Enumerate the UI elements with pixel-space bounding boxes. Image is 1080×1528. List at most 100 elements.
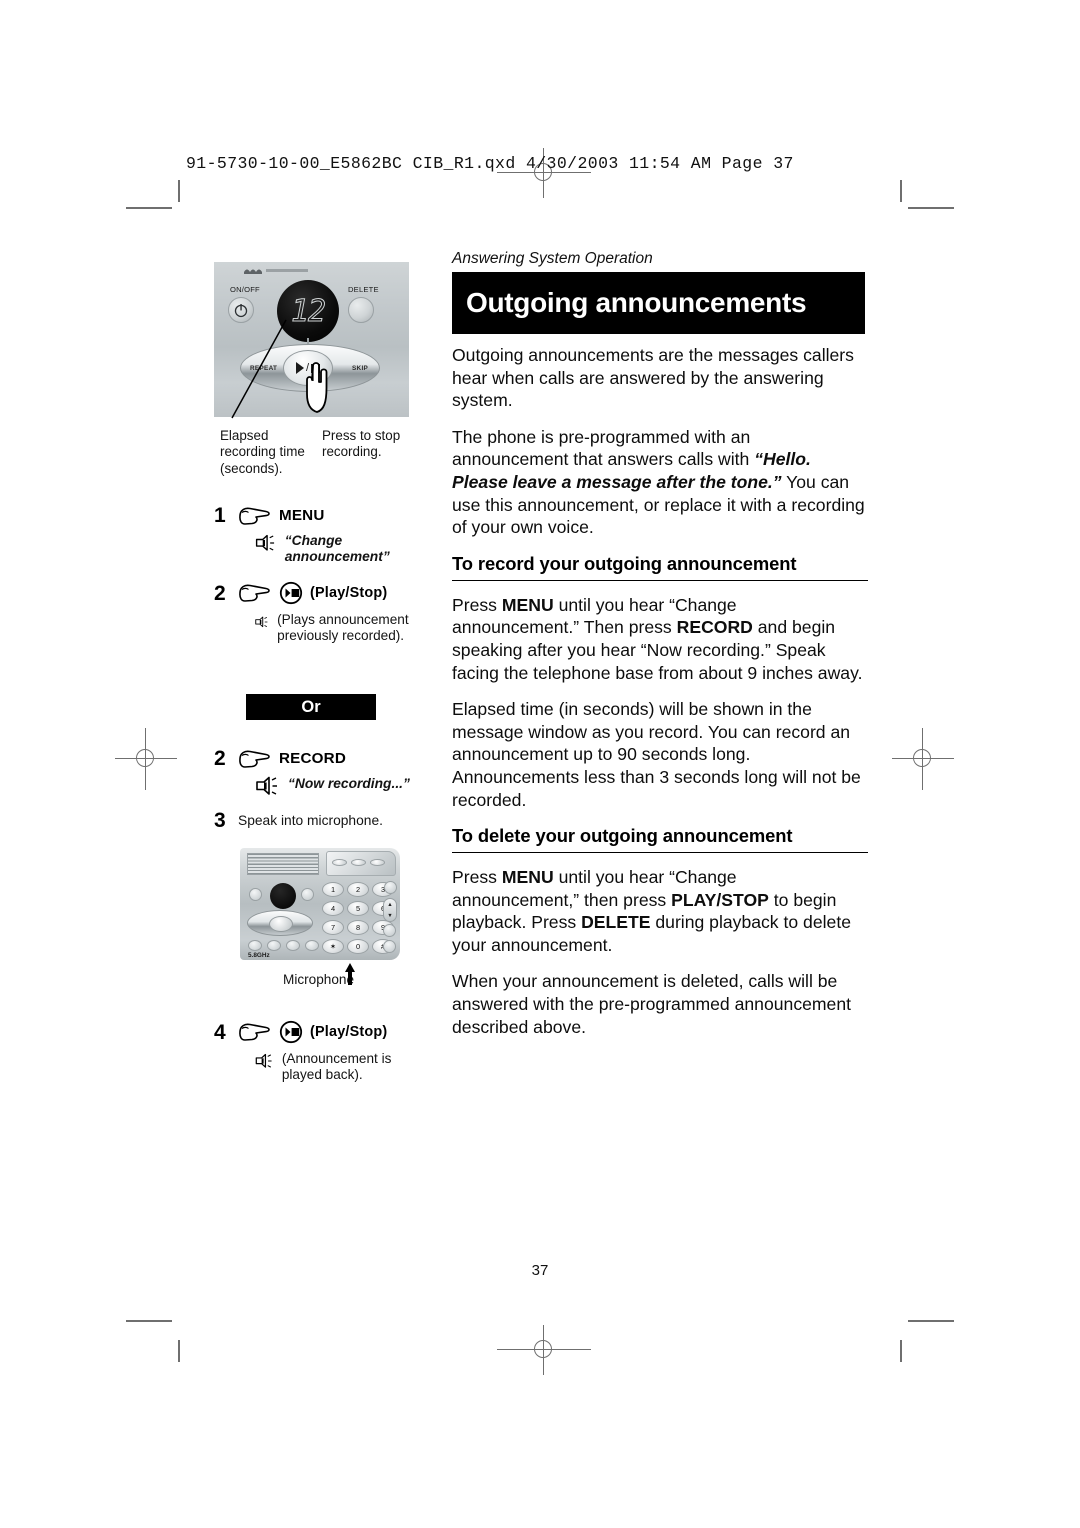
phone-right-button-mid[interactable] (383, 924, 396, 937)
panel-onoff-label: ON/OFF (230, 285, 260, 294)
phone-play-stop-button[interactable] (269, 916, 293, 932)
record-section-heading: To record your outgoing announcement (452, 553, 868, 581)
steps-group-c: 4 (Play/Stop) (Announcement is played ba… (214, 1020, 430, 1083)
panel-delete-label: DELETE (348, 285, 379, 294)
step-4-row: 4 (Play/Stop) (214, 1020, 430, 1044)
panel-skip-label: SKIP (352, 365, 369, 372)
step-4-button-label: (Play/Stop) (310, 1024, 388, 1040)
phone-message-counter-display (270, 883, 296, 909)
record-paragraph-1: Press MENU until you hear “Change announ… (452, 594, 868, 684)
phone-function-button-row (248, 940, 319, 951)
step-1-speaker-text: “Change announcement” (284, 533, 390, 564)
page-title: Outgoing announcements (466, 287, 807, 318)
step-2-speaker-row: (Plays announcement previously recorded)… (254, 612, 430, 644)
speaker-grille-icon (247, 853, 319, 875)
display-leader-line (231, 319, 287, 419)
microphone-arrow-icon (345, 963, 355, 985)
panel-display-value: 12 (290, 293, 326, 329)
page-number: 37 (531, 1262, 549, 1279)
phone-softkey-1[interactable] (332, 859, 347, 866)
intro-paragraph-1: Outgoing announcements are the messages … (452, 345, 854, 411)
keypad-key[interactable]: 7 (322, 920, 344, 935)
step-1-row: 1 MENU (214, 505, 430, 526)
step-1-speaker-row: “Change announcement” (254, 533, 430, 565)
keypad-key[interactable]: ✶ (322, 939, 344, 954)
phone-function-button-1[interactable] (248, 940, 262, 951)
pressing-hand-icon (306, 362, 328, 413)
pointing-hand-icon (239, 1023, 270, 1041)
steps-group-a: 1 MENU “Change announcement” 2 (Play/Sto… (214, 505, 430, 644)
keypad-key[interactable]: 4 (322, 901, 344, 916)
delete-paragraph-2: When your announcement is deleted, calls… (452, 971, 852, 1037)
keypad-key[interactable]: 0 (347, 939, 369, 954)
intro-2-lead: The phone is pre-programmed with an anno… (452, 426, 755, 470)
brand-logo-icon (244, 269, 308, 274)
or-divider-label: Or (301, 697, 321, 716)
speaker-icon (256, 776, 277, 795)
step-2b-speaker-row: “Now recording...” (254, 776, 430, 796)
step-1-button-label: MENU (279, 507, 325, 524)
pointing-hand-icon (239, 749, 270, 768)
pointing-hand-icon (239, 584, 270, 602)
speaker-icon (255, 534, 275, 551)
step-2b-button-label: RECORD (279, 750, 347, 767)
delete-section-heading: To delete your outgoing announcement (452, 825, 868, 854)
keypad-key[interactable]: 5 (347, 901, 369, 916)
panel-delete-button[interactable] (348, 297, 374, 323)
chevron-down-icon: ▼ (387, 912, 393, 919)
step-4-speaker-row: (Announcement is played back). (254, 1051, 430, 1083)
phone-volume-nav-rocker[interactable]: ▲ ▼ (383, 898, 397, 922)
caption-press-to-stop: Press to stop recording. (322, 428, 401, 460)
phone-right-button-column (384, 881, 398, 898)
playstop-keyword: PLAY/STOP (671, 889, 769, 910)
phone-model-number: 5.8GHz (248, 952, 270, 959)
chevron-up-icon: ▲ (387, 901, 393, 908)
step-1-number: 1 (214, 504, 226, 527)
keypad-key[interactable]: 2 (347, 882, 369, 897)
phone-function-button-2[interactable] (267, 940, 281, 951)
phone-transport-oval (247, 910, 313, 936)
phone-power-button[interactable] (249, 888, 262, 901)
steps-group-b: 2 RECORD “Now recording...” 3 Speak into… (214, 748, 430, 831)
record-keyword: RECORD (676, 617, 753, 638)
phone-softkey-3[interactable] (370, 859, 385, 866)
menu-keyword-2: MENU (501, 867, 554, 888)
pointing-hand-icon (239, 506, 270, 525)
step-2b-row: 2 RECORD (214, 748, 430, 769)
delete-p1-a: Press (452, 867, 502, 888)
step-3-number: 3 (214, 809, 226, 832)
play-stop-icon (279, 581, 303, 605)
speaker-icon (255, 616, 268, 628)
delete-keyword: DELETE (581, 912, 651, 933)
step-4-number: 4 (214, 1020, 226, 1044)
phone-softkey-2[interactable] (351, 859, 366, 866)
delete-section-heading-wrap: To delete your outgoing announcement (452, 825, 868, 854)
play-stop-icon (279, 1020, 303, 1044)
phone-function-button-3[interactable] (286, 940, 300, 951)
phone-speakerphone-button[interactable] (383, 940, 396, 953)
menu-keyword: MENU (501, 594, 554, 615)
page-title-bar: Outgoing announcements (452, 272, 865, 334)
step-2b-number: 2 (214, 747, 226, 770)
keypad-key[interactable]: 1 (322, 882, 344, 897)
record-paragraph-2: Elapsed time (in seconds) will be shown … (452, 699, 861, 810)
phone-right-button-top[interactable] (384, 881, 397, 894)
manual-page: Answering System Operation Outgoing anno… (0, 0, 1080, 1528)
phone-function-button-4[interactable] (305, 940, 319, 951)
record-section-heading-wrap: To record your outgoing announcement (452, 553, 868, 581)
speaker-icon (255, 1053, 272, 1068)
delete-paragraph-1: Press MENU until you hear “Change announ… (452, 866, 868, 956)
step-4-speaker-text: (Announcement is played back). (281, 1051, 392, 1082)
step-3-text: Speak into microphone. (238, 813, 383, 828)
phone-delete-button[interactable] (301, 888, 314, 901)
caption-elapsed-time: Elapsed recording time (seconds). (220, 428, 305, 476)
running-head: Answering System Operation (452, 250, 653, 267)
step-2-speaker-text: (Plays announcement previously recorded)… (277, 612, 409, 643)
or-divider-bar: Or (246, 694, 376, 720)
step-2-button-label: (Play/Stop) (310, 585, 388, 601)
keypad-key[interactable]: 8 (347, 920, 369, 935)
main-text-column: Outgoing announcements are the messages … (452, 344, 868, 1052)
telephone-base-illustration: 1 2 3 4 5 6 7 8 9 ✶ 0 # ▲ ▼ 5.8GHz (240, 848, 400, 960)
step-2-number: 2 (214, 581, 226, 605)
record-p1-a: Press (452, 594, 502, 615)
